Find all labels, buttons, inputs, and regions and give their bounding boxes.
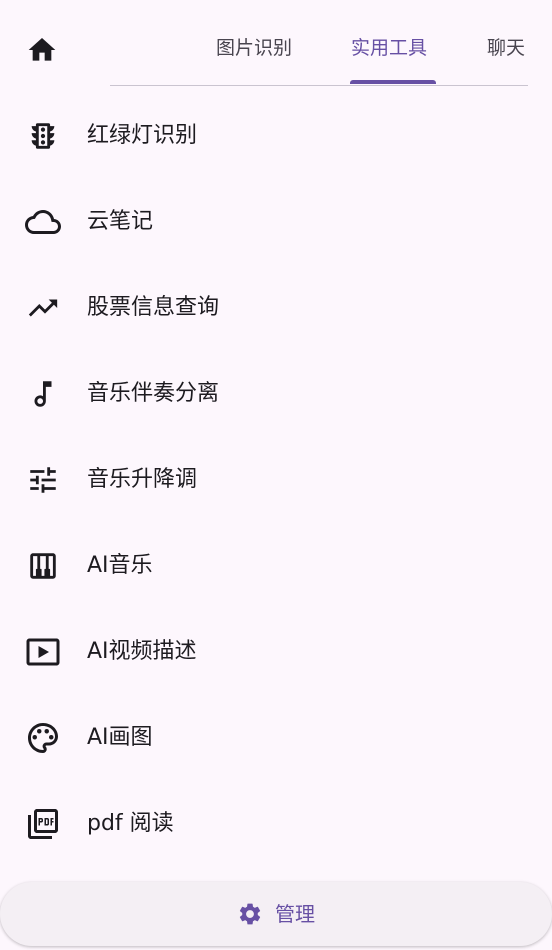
list-item-ai-video-description[interactable]: AI视频描述 xyxy=(0,609,552,695)
app-header: 图片识别 实用工具 聊天 xyxy=(0,0,552,100)
list-item-accompaniment-separation[interactable]: 音乐伴奏分离 xyxy=(0,351,552,437)
cloud-icon xyxy=(25,210,61,234)
manage-label: 管理 xyxy=(275,902,315,926)
list-item-label: AI画图 xyxy=(87,725,153,750)
list-item-cloud-notes[interactable]: 云笔记 xyxy=(0,179,552,265)
palette-icon xyxy=(28,723,58,753)
tab-chat[interactable]: 聊天 xyxy=(487,34,525,62)
list-item-ai-music[interactable]: AI音乐 xyxy=(0,523,552,609)
tune-icon xyxy=(30,467,56,493)
list-item-traffic-light[interactable]: 红绿灯识别 xyxy=(0,93,552,179)
list-item-stock-info[interactable]: 股票信息查询 xyxy=(0,265,552,351)
piano-icon xyxy=(30,553,56,579)
video-play-icon xyxy=(26,638,60,666)
gear-icon xyxy=(239,903,261,925)
list-item-label: 音乐升降调 xyxy=(87,467,198,492)
list-item-label: 股票信息查询 xyxy=(87,295,220,320)
list-item-label: AI视频描述 xyxy=(87,639,197,664)
active-tab-indicator xyxy=(350,80,436,84)
pdf-icon xyxy=(28,809,58,839)
tab-utilities[interactable]: 实用工具 xyxy=(351,34,427,62)
list-item-label: 云笔记 xyxy=(87,209,154,234)
list-item-label: 音乐伴奏分离 xyxy=(87,381,220,406)
music-note-icon xyxy=(34,381,52,407)
tab-image-recognition[interactable]: 图片识别 xyxy=(216,34,292,62)
list-item-label: pdf 阅读 xyxy=(87,811,174,836)
list-item-pitch-shift[interactable]: 音乐升降调 xyxy=(0,437,552,523)
traffic-light-icon xyxy=(31,123,55,149)
list-item-ai-drawing[interactable]: AI画图 xyxy=(0,695,552,781)
home-button[interactable] xyxy=(22,30,62,70)
list-item-label: AI音乐 xyxy=(87,553,153,578)
home-icon xyxy=(28,38,56,61)
list-item-label: 红绿灯识别 xyxy=(87,123,198,148)
list-item-pdf-reader[interactable]: pdf 阅读 xyxy=(0,781,552,867)
tab-bar: 图片识别 实用工具 聊天 xyxy=(110,0,528,86)
tool-list: 红绿灯识别 云笔记 股票信息查询 音乐伴奏分离 音乐升降调 AI音乐 AI视频描… xyxy=(0,93,552,867)
manage-button[interactable]: 管理 xyxy=(0,882,552,946)
trending-up-icon xyxy=(28,299,58,317)
